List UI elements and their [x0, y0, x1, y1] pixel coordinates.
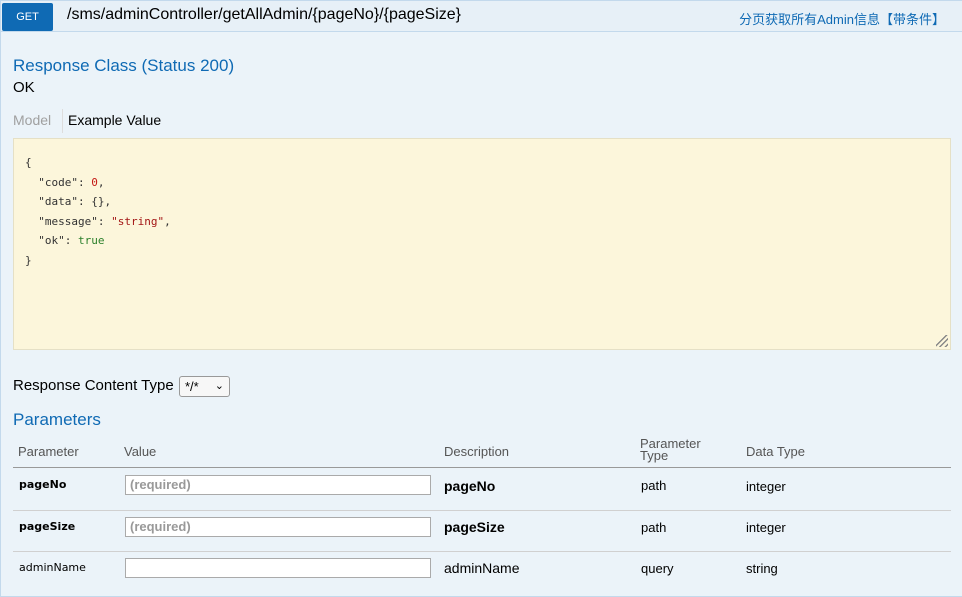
tab-model[interactable]: Model	[13, 112, 51, 128]
param-datatype-pageNo: integer	[746, 479, 786, 494]
json-trail: ,	[164, 214, 171, 228]
param-description-pageSize: pageSize	[444, 519, 505, 535]
tab-divider	[62, 109, 63, 133]
json-value: 0	[91, 175, 98, 189]
response-content-type-select[interactable]: */* ⌄	[179, 376, 230, 397]
endpoint-panel: GET /sms/adminController/getAllAdmin/{pa…	[0, 0, 962, 597]
column-header-parameter: Parameter	[18, 444, 79, 459]
column-header-value: Value	[124, 444, 157, 459]
param-input-adminName[interactable]	[125, 558, 431, 578]
json-line-ok: "ok": true	[38, 234, 105, 247]
param-name-pageSize: pageSize	[19, 520, 76, 533]
row-divider	[13, 551, 951, 552]
endpoint-summary-link[interactable]: 分页获取所有Admin信息【带条件】	[739, 9, 945, 28]
param-datatype-adminName: string	[746, 561, 778, 576]
parameters-title: Parameters	[13, 410, 101, 429]
column-header-parameter-type: Parameter Type	[640, 437, 701, 463]
param-name-adminName: adminName	[19, 561, 86, 574]
param-description-adminName: adminName	[444, 560, 520, 576]
json-key: "code"	[38, 175, 78, 189]
param-description-pageNo: pageNo	[444, 478, 496, 494]
json-line-data: "data": {},	[38, 195, 112, 208]
json-open-brace: {	[25, 156, 32, 169]
param-name-pageNo: pageNo	[19, 478, 67, 491]
endpoint-path[interactable]: /sms/adminController/getAllAdmin/{pageNo…	[67, 6, 461, 24]
json-key: "data"	[38, 195, 78, 208]
param-input-pageNo[interactable]: (required)	[125, 475, 431, 495]
json-close-brace: }	[25, 253, 32, 267]
response-status-text: OK	[13, 79, 35, 96]
param-type-adminName: query	[641, 561, 674, 576]
response-class-title: Response Class (Status 200)	[13, 56, 235, 75]
column-header-data-type: Data Type	[746, 444, 806, 459]
chevron-down-icon: ⌄	[214, 380, 224, 392]
resize-grip-icon[interactable]	[936, 335, 948, 347]
header-divider	[13, 467, 951, 468]
column-header-description: Description	[444, 444, 510, 459]
json-line-message: "message": "string",	[38, 214, 171, 228]
row-divider	[13, 510, 951, 511]
json-value: {}	[91, 195, 105, 208]
json-value: "string"	[111, 214, 165, 228]
json-key: "message"	[38, 214, 98, 228]
tab-example-value[interactable]: Example Value	[68, 112, 161, 128]
json-value: true	[78, 234, 105, 247]
json-trail: ,	[97, 175, 105, 189]
response-content-type-label: Response Content Type	[13, 377, 174, 394]
json-line-code: "code": 0,	[38, 175, 105, 189]
endpoint-heading[interactable]: GET /sms/adminController/getAllAdmin/{pa…	[1, 1, 962, 32]
param-type-pageNo: path	[641, 478, 667, 493]
param-datatype-pageSize: integer	[746, 520, 786, 535]
response-content-type-value: */*	[185, 379, 199, 394]
http-method-badge[interactable]: GET	[2, 3, 53, 31]
param-input-pageSize[interactable]: (required)	[125, 517, 431, 537]
param-type-pageSize: path	[641, 520, 667, 535]
column-header-parameter-type-line2: Type	[640, 448, 669, 463]
json-key: "ok"	[38, 234, 65, 247]
json-trail: ,	[104, 195, 112, 208]
example-value-box[interactable]: { "code": 0, "data": {}, "message": "str…	[13, 138, 951, 350]
